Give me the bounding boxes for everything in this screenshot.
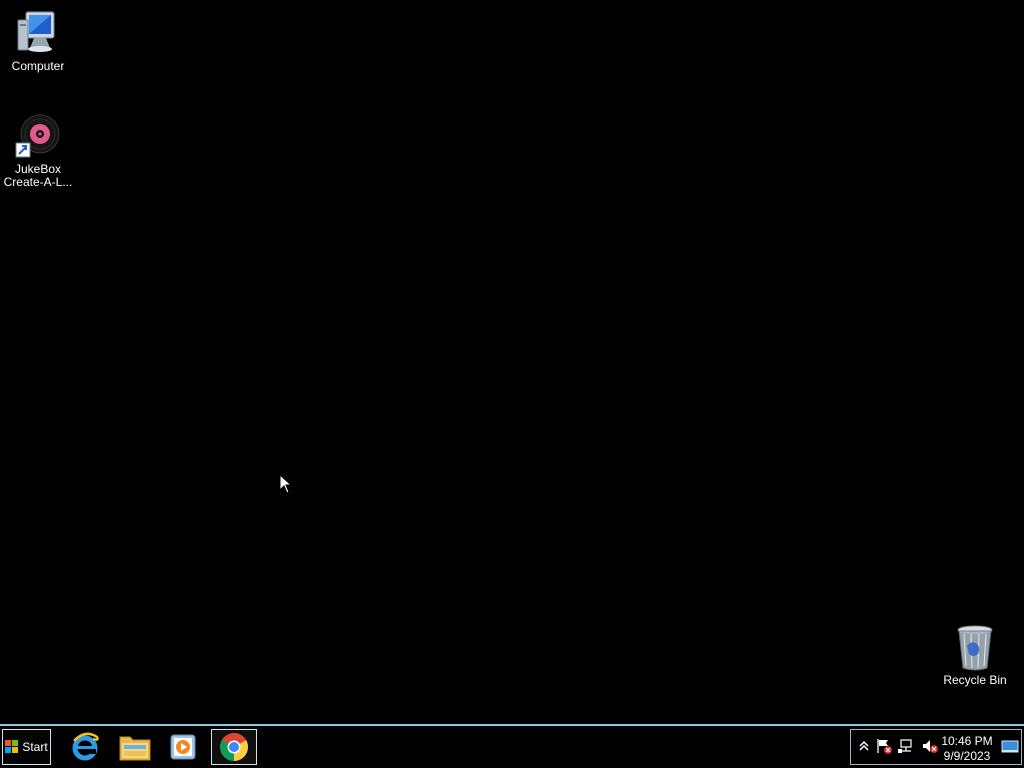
taskbar-file-explorer[interactable]	[112, 729, 158, 765]
show-hidden-icons-chevron-icon[interactable]	[855, 737, 873, 755]
show-desktop-icon[interactable]	[1001, 740, 1019, 754]
jukebox-shortcut-icon	[14, 113, 62, 161]
start-label: Start	[22, 740, 48, 754]
taskbar-clock[interactable]: 10:46 PM 9/9/2023	[939, 734, 995, 764]
taskbar-chrome[interactable]	[211, 729, 257, 765]
recycle-bin-label: Recycle Bin	[943, 673, 1007, 687]
taskbar-media-player[interactable]	[160, 729, 206, 765]
recycle-bin-icon	[951, 624, 999, 672]
windows-logo-icon	[5, 740, 19, 753]
file-explorer-icon	[119, 736, 151, 761]
start-button[interactable]: Start	[2, 729, 51, 765]
jukebox-label: JukeBox Create-A-L...	[3, 162, 73, 189]
system-tray: 10:46 PM 9/9/2023	[850, 729, 1022, 765]
taskbar-internet-explorer[interactable]	[62, 729, 108, 765]
computer-label: Computer	[11, 59, 65, 73]
action-center-flag-icon[interactable]	[875, 737, 893, 755]
clock-time: 10:46 PM	[941, 734, 993, 748]
jukebox-desktop-icon[interactable]: JukeBox Create-A-L...	[0, 113, 76, 189]
chrome-icon	[220, 733, 248, 761]
taskbar: Start 10:46 PM 9/9/2023	[0, 724, 1024, 768]
recycle-bin-desktop-icon[interactable]: Recycle Bin	[937, 624, 1013, 687]
media-player-icon	[170, 734, 196, 760]
internet-explorer-icon	[72, 732, 99, 761]
desktop[interactable]: Computer JukeBox Create-A-L... Recycle B…	[0, 0, 1024, 724]
computer-icon	[14, 10, 62, 58]
volume-muted-icon[interactable]	[921, 737, 939, 755]
network-icon[interactable]	[897, 737, 915, 755]
clock-date: 9/9/2023	[943, 749, 991, 763]
computer-desktop-icon[interactable]: Computer	[0, 10, 76, 73]
mouse-cursor-icon	[279, 474, 293, 494]
